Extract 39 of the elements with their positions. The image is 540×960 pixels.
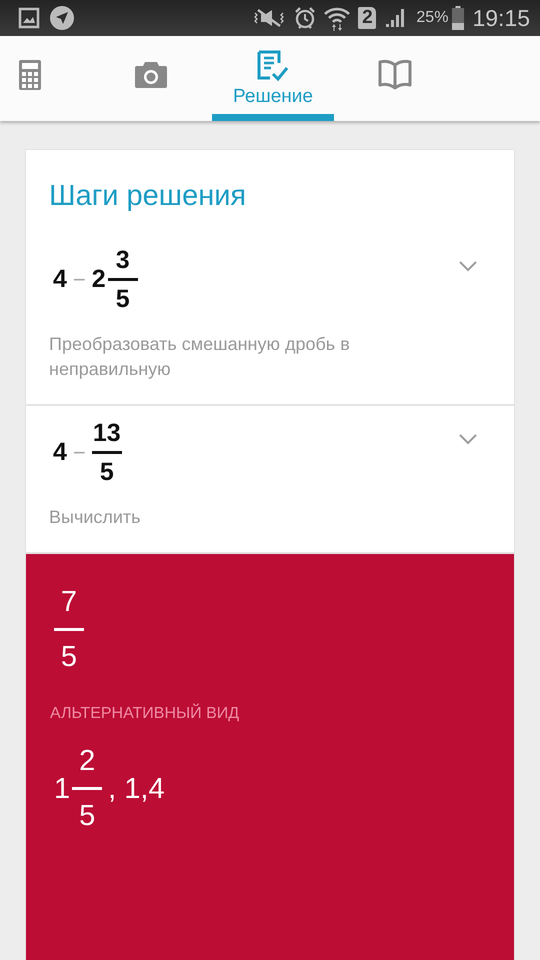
- gallery-icon: [18, 7, 40, 29]
- minus-sign: −: [72, 440, 86, 466]
- fraction-bar: [92, 451, 122, 454]
- alternative-label: АЛЬТЕРНАТИВНЫЙ ВИД: [50, 705, 240, 723]
- sim-badge: 2: [358, 7, 376, 29]
- math-number: 4: [53, 438, 67, 467]
- calculator-icon: [19, 60, 41, 90]
- denominator: 5: [60, 640, 78, 675]
- minus-sign: −: [72, 266, 86, 292]
- wifi-icon: [324, 5, 350, 31]
- alarm-icon: [294, 6, 316, 30]
- denominator: 5: [100, 457, 114, 487]
- chevron-icon[interactable]: [459, 261, 477, 272]
- chevron-icon[interactable]: [459, 434, 477, 445]
- fraction-bar: [108, 278, 138, 281]
- tab[interactable]: Решение: [212, 36, 334, 121]
- math-number: , 1,4: [108, 772, 165, 806]
- denominator: 5: [116, 284, 130, 314]
- camera-icon: [135, 62, 167, 88]
- fraction-bar: [72, 787, 102, 790]
- denominator: 5: [79, 799, 96, 834]
- document-check-icon: [257, 50, 289, 82]
- book-icon: [378, 59, 412, 91]
- battery-percent: 25%: [416, 9, 448, 27]
- section-title: Шаги решения: [48, 179, 248, 214]
- clock-time: 19:15: [472, 4, 530, 32]
- step-description: Вычислить: [49, 506, 142, 529]
- numerator: 13: [92, 418, 121, 448]
- numerator: 3: [116, 245, 130, 275]
- mute-icon: [252, 7, 286, 29]
- fraction-bar: [54, 628, 84, 631]
- math-number: 2: [92, 265, 106, 294]
- numerator: 2: [79, 744, 96, 779]
- navigation-icon: [50, 6, 74, 30]
- numerator: 7: [60, 585, 78, 620]
- math-number: 1: [54, 772, 70, 806]
- step-description: Преобразовать смешанную дробь в неправильную: [49, 333, 351, 381]
- battery-icon: [452, 6, 464, 30]
- math-number: 4: [53, 265, 67, 294]
